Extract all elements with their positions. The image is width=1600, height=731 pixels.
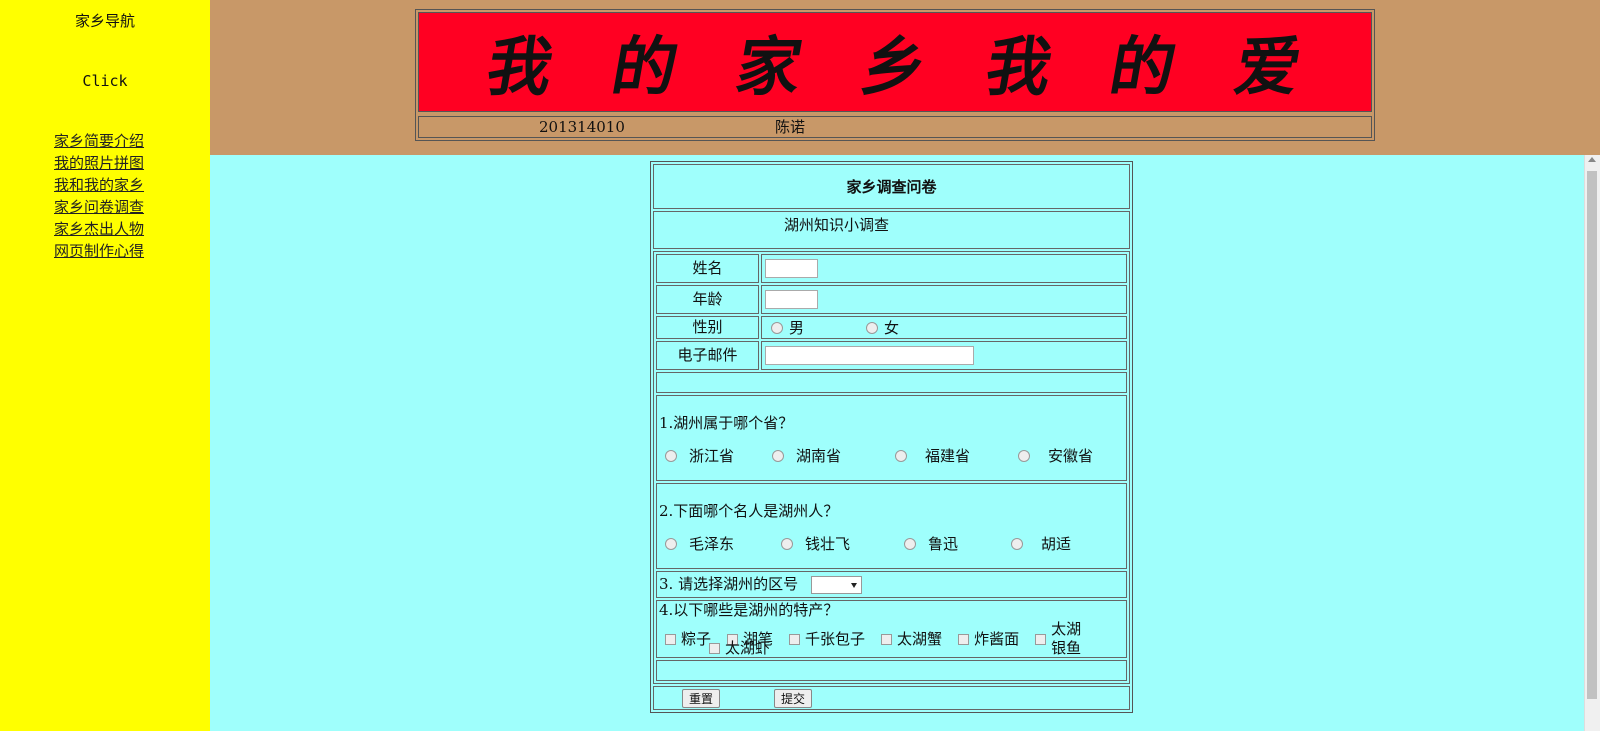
question-2: 2.下面哪个名人是湖州人？ 毛泽东 钱壮飞 鲁迅 胡适 [656, 483, 1127, 569]
banner-title: 我 的 家 乡 我 的 爱 [418, 12, 1372, 112]
nav-link-survey[interactable]: 家乡问卷调查 [54, 198, 144, 216]
q1-option-radio[interactable] [1018, 449, 1030, 462]
banner-char: 的 [1104, 30, 1182, 105]
q4-option-label: 太湖虾 [725, 639, 771, 657]
age-input[interactable] [765, 290, 818, 309]
question-3: 3. 请选择湖州的区号 [656, 571, 1127, 598]
student-info-row: 201314010 陈诺 [418, 116, 1372, 138]
q1-option-label: 湖南省 [796, 447, 842, 465]
q4-option-label: 太湖蟹 [897, 629, 943, 648]
gender-label: 性别 [656, 316, 759, 339]
scrollbar-thumb[interactable] [1587, 171, 1597, 699]
nav-link-photos[interactable]: 我的照片拼图 [54, 154, 144, 172]
nav-frame: 家乡导航 Click 家乡简要介绍 我的照片拼图 我和我的家乡 家乡问卷调查 家… [0, 0, 210, 731]
q1-option-radio[interactable] [665, 449, 677, 462]
vertical-scrollbar[interactable] [1584, 155, 1600, 731]
chevron-down-icon [850, 583, 857, 588]
form-subtitle: 湖州知识小调查 [653, 211, 1130, 249]
q2-option-label: 毛泽东 [689, 535, 735, 553]
top-frame: 我 的 家 乡 我 的 爱 201314010 陈诺 [210, 0, 1600, 155]
scroll-up-icon[interactable] [1588, 157, 1596, 162]
gender-female-radio[interactable] [866, 321, 879, 334]
q4-checkbox[interactable] [881, 633, 893, 645]
banner-table: 我 的 家 乡 我 的 爱 201314010 陈诺 [415, 9, 1375, 141]
button-row: 重置 提交 [653, 686, 1130, 710]
reset-button[interactable]: 重置 [682, 689, 721, 708]
banner-char: 的 [606, 30, 684, 105]
survey-form: 家乡调查问卷 湖州知识小调查 姓名 年龄 性别 男 女 电子邮件 1.湖州属于哪… [650, 161, 1133, 713]
q4-checkbox[interactable] [958, 633, 970, 645]
banner-char: 我 [481, 30, 559, 105]
name-label: 姓名 [656, 254, 759, 283]
nav-link-notes[interactable]: 网页制作心得 [54, 242, 144, 260]
spacer-row [656, 372, 1127, 393]
nav-click-label: Click [82, 72, 128, 90]
q2-option-label: 胡适 [1041, 535, 1072, 553]
banner-char: 家 [730, 30, 809, 105]
q1-option-radio[interactable] [895, 449, 907, 462]
nav-link-intro[interactable]: 家乡简要介绍 [54, 132, 144, 150]
question-4-text: 4.以下哪些是湖州的特产？ [659, 601, 839, 619]
banner-char: 我 [979, 30, 1058, 105]
q2-option-radio[interactable] [904, 537, 916, 550]
gender-male-label: 男 [789, 319, 805, 337]
name-input[interactable] [765, 259, 818, 278]
question-1-text: 1.湖州属于哪个省？ [659, 414, 794, 432]
nav-link-list: 家乡简要介绍 我的照片拼图 我和我的家乡 家乡问卷调查 家乡杰出人物 网页制作心… [54, 130, 144, 262]
q4-checkbox[interactable] [789, 633, 801, 645]
student-id: 201314010 [539, 118, 625, 136]
email-label: 电子邮件 [656, 341, 759, 370]
q4-checkbox[interactable] [709, 643, 720, 654]
age-label: 年龄 [656, 285, 759, 314]
q4-option-label: 炸酱面 [974, 629, 1020, 648]
q2-option-radio[interactable] [665, 537, 677, 550]
spacer-row [656, 660, 1127, 681]
area-code-select[interactable] [810, 576, 862, 594]
nav-link-people[interactable]: 家乡杰出人物 [54, 220, 144, 238]
q2-option-label: 钱壮飞 [805, 535, 851, 553]
question-2-text: 2.下面哪个名人是湖州人？ [659, 502, 839, 520]
gender-male-radio[interactable] [771, 321, 783, 334]
q1-option-radio[interactable] [772, 449, 784, 462]
q4-option-label: 太湖银鱼 [1051, 620, 1082, 657]
student-name: 陈诺 [775, 118, 806, 136]
nav-link-me-hometown[interactable]: 我和我的家乡 [54, 176, 144, 194]
q1-option-label: 福建省 [925, 447, 971, 465]
form-title: 家乡调查问卷 [653, 164, 1130, 209]
question-1: 1.湖州属于哪个省？ 浙江省 湖南省 福建省 安徽省 [656, 395, 1127, 481]
q1-option-label: 安徽省 [1048, 447, 1094, 465]
question-4: 4.以下哪些是湖州的特产？ 粽子 湖笔 千张包子 太湖蟹 炸酱面 太湖银鱼 太湖… [656, 600, 1127, 658]
main-frame: 家乡调查问卷 湖州知识小调查 姓名 年龄 性别 男 女 电子邮件 1.湖州属于哪… [210, 155, 1585, 731]
email-input[interactable] [765, 346, 974, 365]
question-3-text: 3. 请选择湖州的区号 [659, 575, 799, 593]
banner-char: 爱 [1229, 30, 1307, 105]
q2-option-radio[interactable] [781, 537, 793, 550]
q4-checkbox[interactable] [1035, 633, 1047, 645]
banner-char: 乡 [855, 30, 933, 105]
q2-option-label: 鲁迅 [928, 535, 959, 553]
q4-option-label: 粽子 [681, 629, 712, 648]
q4-option-label: 千张包子 [805, 629, 866, 648]
q4-checkbox[interactable] [665, 633, 676, 645]
submit-button[interactable]: 提交 [774, 689, 813, 708]
nav-title: 家乡导航 [74, 12, 135, 30]
q1-option-label: 浙江省 [689, 447, 735, 465]
gender-female-label: 女 [884, 319, 900, 337]
form-body: 姓名 年龄 性别 男 女 电子邮件 1.湖州属于哪个省？ 浙江省 湖南省 福建省… [653, 251, 1130, 684]
q2-option-radio[interactable] [1011, 537, 1023, 550]
